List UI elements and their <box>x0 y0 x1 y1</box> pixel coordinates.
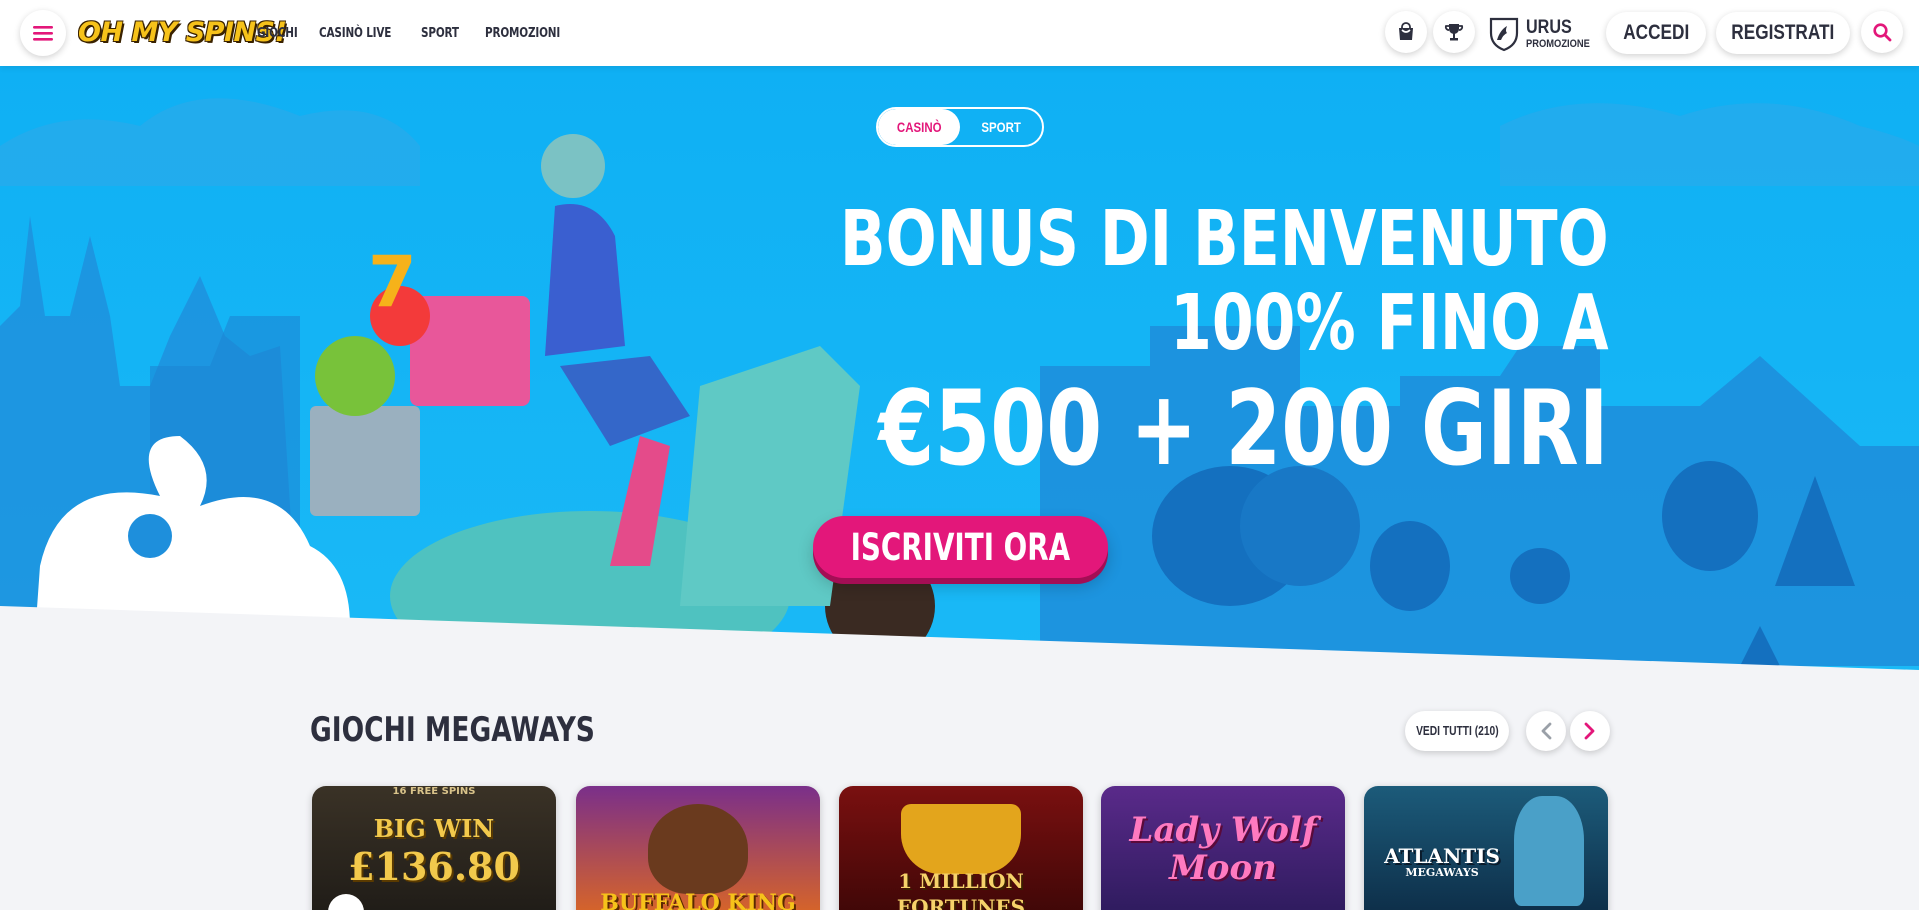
chevron-left-icon <box>1541 722 1552 740</box>
urus-promo-link[interactable]: URUS PROMOZIONE <box>1488 14 1601 54</box>
promo-line-3: €500 + 200 GIRI <box>878 369 1609 489</box>
menu-button[interactable] <box>20 10 66 56</box>
game-title: BUFFALO KING <box>600 890 796 910</box>
site-logo[interactable]: OH MY SPINS! <box>78 15 287 51</box>
signup-button[interactable]: ISCRIVITI ORA <box>813 516 1108 578</box>
game-subtitle: MEGAWAYS <box>1405 866 1479 879</box>
register-label: REGISTRATI <box>1731 21 1835 44</box>
shopping-bag-icon <box>1399 22 1413 40</box>
urus-subtitle: PROMOZIONE <box>1526 38 1590 50</box>
toggle-casino[interactable]: CASINÒ <box>878 109 960 145</box>
trophy-icon <box>1444 24 1464 41</box>
game-card-buffalo-king[interactable]: BUFFALO KING <box>576 786 820 910</box>
game-card-1-million-fortunes[interactable]: 1 MILLION FORTUNES <box>839 786 1083 910</box>
game-title: Lady Wolf <box>1129 810 1317 850</box>
welcome-bonus-text: BONUS DI BENVENUTO 100% FINO A €500 + 20… <box>840 195 1609 489</box>
urus-text: URUS PROMOZIONE <box>1526 18 1601 50</box>
hamburger-icon <box>33 26 53 41</box>
chevron-right-icon <box>1584 722 1595 740</box>
see-all-label: VEDI TUTTI (210) <box>1415 724 1499 738</box>
signup-label: ISCRIVITI ORA <box>850 525 1071 569</box>
game-top-text: 16 FREE SPINS <box>392 786 476 797</box>
nav-item-promozioni[interactable]: PROMOZIONI <box>485 25 562 41</box>
login-button[interactable]: ACCEDI <box>1606 12 1706 54</box>
nav-item-casino-live[interactable]: CASINÒ LIVE <box>319 25 395 41</box>
game-card-lady-wolf-moon[interactable]: Lady Wolf Moon <box>1101 786 1345 910</box>
promo-line-1: BONUS DI BENVENUTO <box>840 195 1609 284</box>
toggle-sport-label: SPORT <box>981 119 1021 135</box>
buffalo-illustration <box>648 804 748 894</box>
casino-sport-toggle: CASINÒ SPORT <box>876 107 1044 147</box>
carousel-next-button[interactable] <box>1570 711 1610 751</box>
game-card-atlantis-megaways[interactable]: ATLANTIS MEGAWAYS <box>1364 786 1608 910</box>
toggle-sport[interactable]: SPORT <box>960 109 1042 145</box>
search-button[interactable] <box>1861 11 1903 53</box>
game-subtitle: £136.80 <box>348 844 520 889</box>
svg-text:7: 7 <box>368 241 417 323</box>
promo-line-2: 100% FINO A <box>1170 279 1609 368</box>
toggle-casino-label: CASINÒ <box>896 119 942 135</box>
search-icon <box>1873 23 1892 42</box>
hero-banner: 7 CASINÒ SPORT BONUS DI BENVENUTO 100% F… <box>0 66 1919 670</box>
gold-pot-illustration <box>901 804 1021 874</box>
game-subtitle: Moon <box>1169 848 1277 888</box>
carousel-prev-button[interactable] <box>1526 711 1566 751</box>
game-title: BIG WIN <box>373 814 495 843</box>
main-nav: GIOCHI CASINÒ LIVE SPORT PROMOZIONI <box>257 0 589 66</box>
games-carousel: 16 FREE SPINS BIG WIN £136.80 BUFFALO KI… <box>312 786 1608 910</box>
bag-button[interactable] <box>1385 11 1427 53</box>
urus-title: URUS <box>1526 17 1572 38</box>
play-icon[interactable] <box>328 894 364 910</box>
see-all-button[interactable]: VEDI TUTTI (210) <box>1405 711 1509 751</box>
section-title: GIOCHI MEGAWAYS <box>310 710 595 750</box>
nav-item-sport[interactable]: SPORT <box>421 25 464 41</box>
game-card-big-win[interactable]: 16 FREE SPINS BIG WIN £136.80 <box>312 786 556 910</box>
login-label: ACCEDI <box>1622 21 1690 44</box>
register-button[interactable]: REGISTRATI <box>1716 12 1850 54</box>
top-header: OH MY SPINS! GIOCHI CASINÒ LIVE SPORT PR… <box>0 0 1919 66</box>
game-title: 1 MILLION FORTUNES <box>896 869 1026 910</box>
nav-item-giochi[interactable]: GIOCHI <box>257 25 298 41</box>
game-title: ATLANTIS <box>1384 844 1500 868</box>
lamborghini-shield-icon <box>1489 17 1519 52</box>
poseidon-illustration <box>1514 796 1584 906</box>
trophy-button[interactable] <box>1433 11 1475 53</box>
